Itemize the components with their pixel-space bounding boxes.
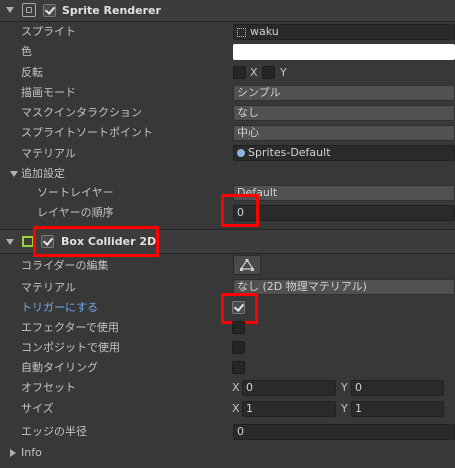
offset-x-value: 0: [246, 381, 253, 394]
edge-radius-value: 0: [237, 425, 244, 438]
info-label[interactable]: Info: [21, 446, 42, 460]
physics-material-label: マテリアル: [21, 281, 76, 294]
draw-mode-label: 描画モード: [21, 86, 76, 99]
material-icon: [237, 149, 245, 157]
used-by-effector-checkbox[interactable]: [232, 321, 245, 334]
box-collider-enabled-checkbox[interactable]: [41, 235, 54, 248]
flip-label: 反転: [21, 66, 43, 79]
highlight-box: [221, 194, 259, 227]
sprite-renderer-header[interactable]: Sprite Renderer: [0, 0, 455, 22]
size-y-label: Y: [341, 402, 348, 415]
draw-mode-value: シンプル: [237, 86, 281, 99]
material-value: Sprites-Default: [248, 146, 331, 159]
physics-material-value: なし (2D 物理マテリアル): [237, 280, 367, 293]
order-in-layer-input[interactable]: 0: [233, 205, 455, 221]
flip-y-label: Y: [280, 66, 287, 79]
color-label: 色: [21, 45, 32, 58]
flip-x-checkbox[interactable]: [233, 66, 246, 79]
edit-collider-button[interactable]: [233, 255, 261, 275]
sorting-layer-dropdown[interactable]: Default: [233, 185, 455, 201]
flip-y-checkbox[interactable]: [262, 66, 275, 79]
sort-point-value: 中心: [237, 126, 259, 139]
sorting-layer-label: ソートレイヤー: [37, 186, 114, 199]
used-by-composite-checkbox[interactable]: [232, 341, 245, 354]
physics-material-field[interactable]: なし (2D 物理マテリアル): [233, 279, 455, 295]
offset-label: オフセット: [21, 381, 76, 394]
used-by-effector-label: エフェクターで使用: [21, 321, 119, 334]
foldout-arrow-icon[interactable]: [6, 7, 14, 13]
sprite-renderer-icon: [22, 3, 36, 17]
mask-interaction-value: なし: [237, 106, 259, 119]
size-x-input[interactable]: 1: [242, 401, 336, 417]
offset-x-label: X: [232, 381, 240, 394]
offset-y-label: Y: [341, 381, 348, 394]
sprite-renderer-enabled-checkbox[interactable]: [43, 4, 56, 17]
is-trigger-label: トリガーにする: [21, 301, 99, 314]
component-title: Box Collider 2D: [61, 235, 157, 248]
material-object-field[interactable]: Sprites-Default: [233, 145, 455, 161]
component-title: Sprite Renderer: [62, 4, 161, 17]
draw-mode-dropdown[interactable]: シンプル: [233, 85, 455, 101]
additional-settings-foldout-icon[interactable]: [10, 171, 18, 177]
color-swatch[interactable]: [233, 44, 455, 60]
sprite-object-field[interactable]: waku: [233, 24, 455, 40]
edit-collider-icon: [240, 259, 254, 271]
size-y-value: 1: [355, 402, 362, 415]
offset-y-value: 0: [355, 381, 362, 394]
used-by-composite-label: コンポジットで使用: [21, 341, 120, 354]
additional-settings-label[interactable]: 追加設定: [21, 167, 65, 181]
mask-interaction-dropdown[interactable]: なし: [233, 105, 455, 121]
sort-point-label: スプライトソートポイント: [21, 126, 153, 139]
flip-x-label: X: [250, 66, 258, 79]
offset-x-input[interactable]: 0: [242, 380, 336, 396]
size-x-value: 1: [246, 402, 253, 415]
edit-collider-label: コライダーの編集: [21, 259, 109, 272]
auto-tiling-checkbox[interactable]: [232, 361, 245, 374]
size-label: サイズ: [21, 402, 54, 415]
size-y-input[interactable]: 1: [351, 401, 444, 417]
sprite-value: waku: [250, 25, 279, 38]
sprite-label: スプライト: [21, 25, 76, 38]
material-label: マテリアル: [21, 147, 76, 160]
sort-point-dropdown[interactable]: 中心: [233, 125, 455, 141]
highlight-box: [221, 293, 258, 324]
info-foldout-icon[interactable]: [10, 449, 16, 457]
size-x-label: X: [232, 402, 240, 415]
offset-y-input[interactable]: 0: [351, 380, 444, 396]
order-in-layer-label: レイヤーの順序: [37, 206, 114, 219]
sprite-asset-icon: [237, 28, 246, 37]
edge-radius-label: エッジの半径: [21, 425, 87, 438]
edge-radius-input[interactable]: 0: [233, 424, 455, 440]
auto-tiling-label: 自動タイリング: [21, 361, 98, 374]
mask-interaction-label: マスクインタラクション: [21, 106, 142, 119]
foldout-arrow-icon[interactable]: [6, 239, 14, 245]
